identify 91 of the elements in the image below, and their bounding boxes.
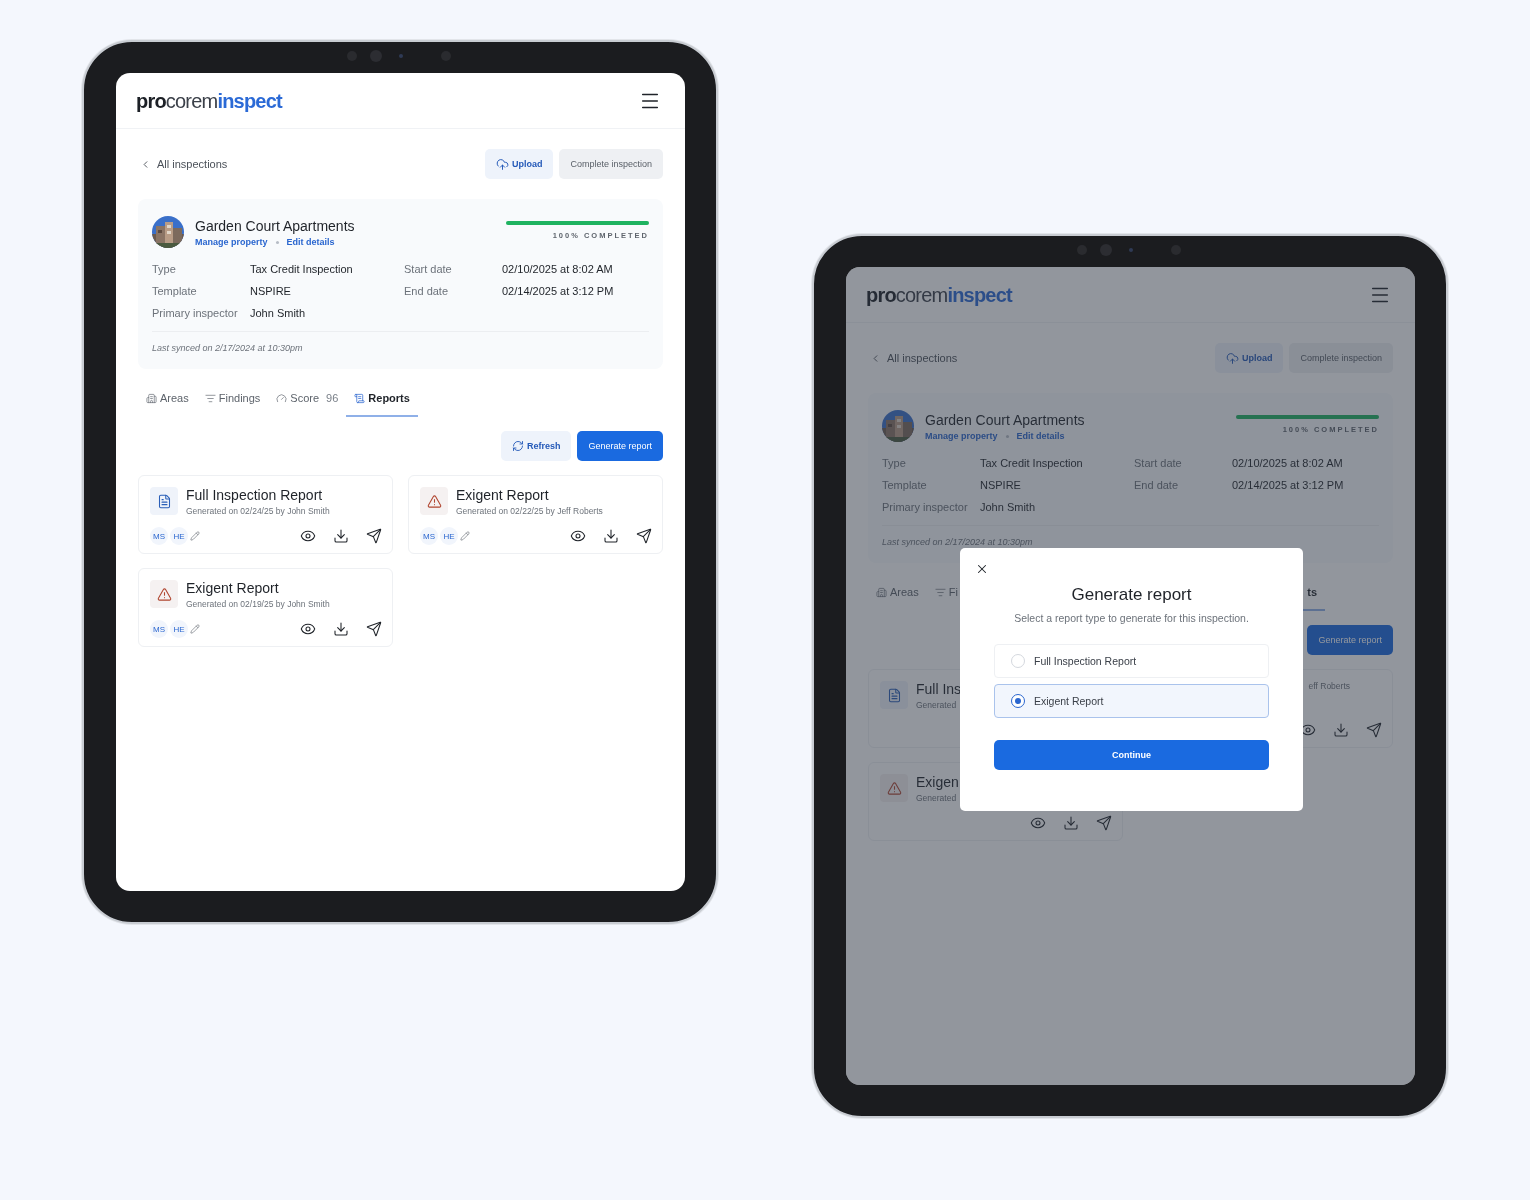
send-icon[interactable] (366, 621, 382, 637)
detail-value: 02/10/2025 at 8:02 AM (1232, 457, 1344, 469)
list-icon (934, 586, 946, 598)
sync-note: Last synced on 2/17/2024 at 10:30pm (882, 537, 1034, 547)
close-icon[interactable] (975, 562, 989, 576)
cloud-upload-icon (1225, 351, 1239, 365)
report-title: Exigent Report (186, 580, 280, 596)
sync-note: Last synced on 2/17/2024 at 10:30pm (152, 343, 304, 353)
detail-label: Template (152, 285, 198, 297)
report-title: Full Inspection Report (186, 487, 324, 503)
detail-value: John Smith (250, 307, 307, 319)
detail-value: 02/10/2025 at 8:02 AM (502, 263, 614, 275)
warning-icon (880, 774, 908, 802)
report-type-option[interactable]: Exigent Report (994, 684, 1269, 718)
property-name: Garden Court Apartments (925, 412, 1085, 428)
warning-icon (420, 487, 448, 515)
eye-icon[interactable] (570, 528, 586, 544)
initials-chip: HE (440, 527, 458, 545)
eye-icon[interactable] (300, 621, 316, 637)
eye-icon[interactable] (1300, 722, 1316, 738)
detail-label: Template (882, 479, 928, 491)
option-label: Full Inspection Report (1034, 655, 1137, 667)
back-link[interactable]: All inspections (138, 158, 228, 170)
document-icon (150, 487, 178, 515)
report-subtitle: eff Roberts (1308, 681, 1350, 691)
send-icon[interactable] (636, 528, 652, 544)
initials-chip: MS (150, 620, 168, 638)
detail-value: Tax Credit Inspection (980, 457, 1084, 469)
document-icon (880, 681, 908, 709)
initials-chip: HE (170, 620, 188, 638)
detail-label: End date (404, 285, 450, 297)
detail-value: John Smith (980, 501, 1037, 513)
warning-icon (150, 580, 178, 608)
tab[interactable]: Reports (346, 381, 418, 417)
send-icon[interactable] (366, 528, 382, 544)
detail-label: Type (882, 457, 907, 469)
detail-label: Primary inspector (882, 501, 969, 513)
download-icon[interactable] (603, 528, 619, 544)
scroll-icon (354, 392, 366, 404)
report-card[interactable]: Exigent Report Generated on 02/19/25 by John Smith MS HE (138, 568, 393, 647)
detail-value: Tax Credit Inspection (250, 263, 354, 275)
detail-value: 02/14/2025 at 3:12 PM (1232, 479, 1345, 491)
cloud-upload-icon (495, 157, 509, 171)
report-title: Exigent Report (456, 487, 550, 503)
report-subtitle: Generated (916, 700, 958, 710)
logo: procoreminspect (136, 90, 282, 111)
report-subtitle: Generated (916, 793, 958, 803)
detail-label: Type (152, 263, 177, 275)
report-type-option[interactable]: Full Inspection Report (994, 644, 1269, 678)
report-subtitle: Generated on 02/19/25 by John Smith (186, 599, 330, 609)
detail-label: Start date (1134, 457, 1183, 469)
logo: procoreminspect (866, 284, 1012, 305)
tab[interactable]: Score 96 (268, 381, 347, 417)
radio-button[interactable] (1011, 694, 1025, 708)
report-subtitle: Generated on 02/22/25 by Jeff Roberts (456, 506, 603, 516)
option-label: Exigent Report (1034, 695, 1104, 707)
tab[interactable]: Findings (196, 381, 269, 417)
continue-button[interactable]: Continue (994, 740, 1269, 770)
initials-chip: HE (170, 527, 188, 545)
detail-label: Start date (404, 263, 453, 275)
back-link[interactable]: All inspections (868, 352, 958, 364)
eye-icon[interactable] (300, 528, 316, 544)
report-subtitle: Generated on 02/24/25 by John Smith (186, 506, 330, 516)
tab-count: 96 (326, 392, 339, 404)
detail-value: 02/14/2025 at 3:12 PM (502, 285, 615, 297)
property-link[interactable]: Manage property (195, 237, 268, 247)
initials-chip: MS (420, 527, 438, 545)
modal-title: Generate report (1071, 585, 1192, 605)
report-card[interactable]: Exigent Report Generated on 02/22/25 by Jeff Roberts MS HE (408, 475, 663, 554)
detail-value: NSPIRE (250, 285, 292, 297)
building-icon (146, 392, 157, 404)
upload-button[interactable]: Upload (484, 149, 554, 179)
report-card[interactable]: Full Inspection Report Generated on 02/24/25 by John Smith MS HE (138, 475, 393, 554)
report-title: Full Ins (916, 681, 962, 697)
detail-value: NSPIRE (980, 479, 1022, 491)
detail-label: End date (1134, 479, 1180, 491)
detail-label: Primary inspector (152, 307, 239, 319)
refresh-button[interactable]: Refresh (500, 431, 572, 461)
gauge-icon (276, 392, 288, 404)
download-icon[interactable] (333, 621, 349, 637)
download-icon[interactable] (333, 528, 349, 544)
list-icon (204, 392, 216, 404)
refresh-icon (511, 440, 524, 452)
property-link[interactable]: Edit details (286, 237, 335, 247)
initials-chip: MS (150, 527, 168, 545)
tab[interactable]: Areas (138, 381, 197, 417)
generate-report-button[interactable]: Generate report (577, 431, 663, 461)
report-title: Exigen (916, 774, 959, 790)
modal-subtitle: Select a report type to generate for this inspection. (1014, 612, 1249, 624)
building-icon (876, 586, 887, 598)
property-name: Garden Court Apartments (195, 218, 355, 234)
